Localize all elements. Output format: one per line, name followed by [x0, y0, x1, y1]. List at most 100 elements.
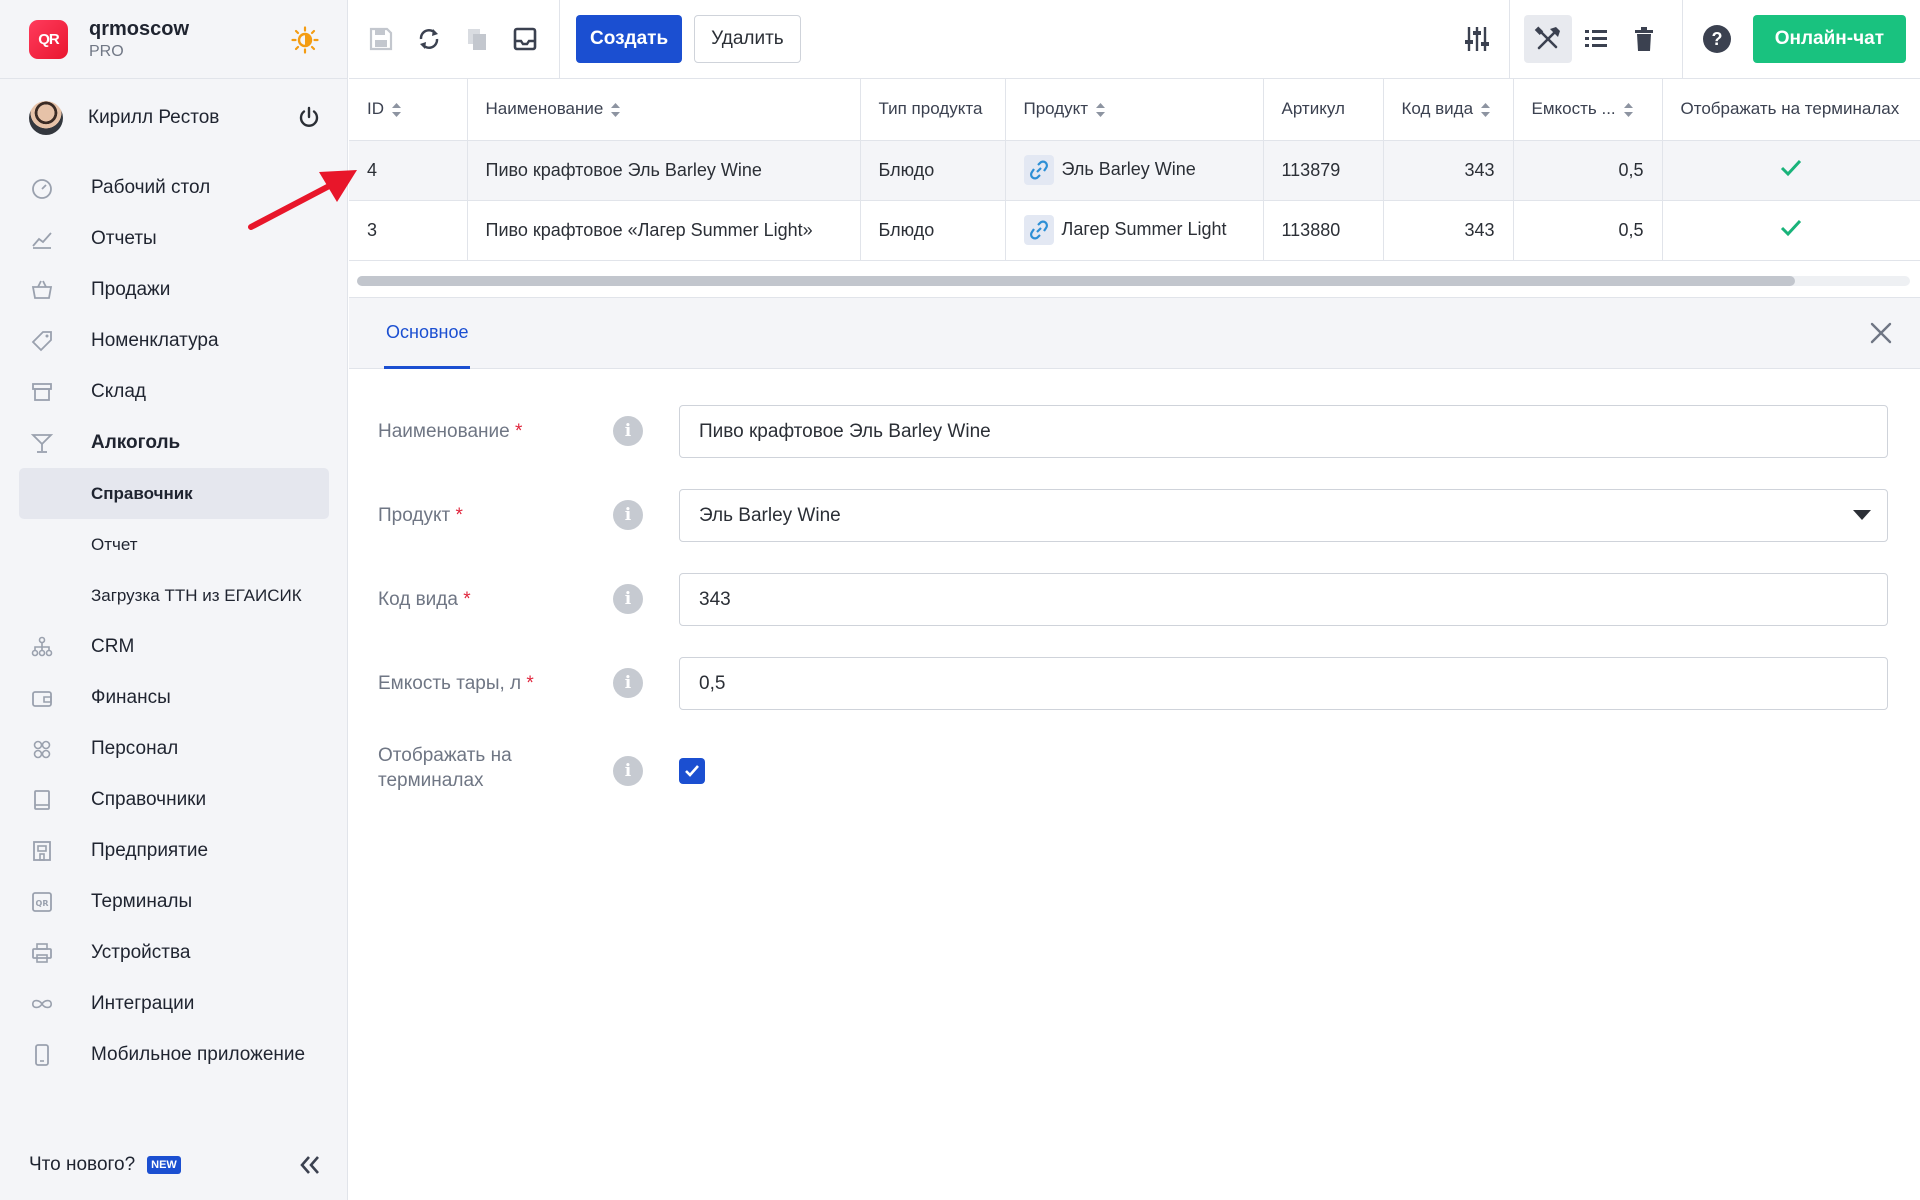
delete-button[interactable]: Удалить: [694, 15, 801, 63]
new-badge: NEW: [147, 1156, 181, 1174]
crm-icon: [30, 635, 54, 659]
form-row-capacity: Емкость тары, л * i 0,5: [349, 657, 1920, 710]
help-icon[interactable]: ?: [1693, 15, 1741, 63]
sidebar-item-label: Продажи: [91, 278, 171, 300]
capacity-input[interactable]: 0,5: [679, 657, 1888, 710]
info-icon[interactable]: i: [613, 500, 643, 530]
sidebar-item-staff[interactable]: Персонал: [0, 723, 347, 774]
store-icon: [30, 839, 54, 863]
sidebar-item-enterprise[interactable]: Предприятие: [0, 825, 347, 876]
column-header-show-on-terminals[interactable]: Отображать на терминалах: [1662, 79, 1920, 141]
show-on-terminals-checkbox[interactable]: [679, 758, 705, 784]
info-icon[interactable]: i: [613, 756, 643, 786]
refresh-icon[interactable]: [405, 15, 453, 63]
column-header-article[interactable]: Артикул: [1263, 79, 1384, 141]
sidebar-item-devices[interactable]: Устройства: [0, 927, 347, 978]
power-icon[interactable]: [297, 106, 321, 130]
toolbar: Создать Удалить ? Онлайн-чат: [349, 0, 1920, 79]
link-icon[interactable]: [1023, 155, 1054, 185]
sidebar-item-finance[interactable]: Финансы: [0, 672, 347, 723]
cell-show-on-terminals: [1662, 140, 1920, 201]
sort-icon: [611, 102, 621, 117]
code-input[interactable]: 343: [679, 573, 1888, 626]
sidebar-item-label: Мобильное приложение: [91, 1043, 306, 1065]
cell-type: Блюдо: [860, 200, 1006, 261]
trash-icon[interactable]: [1620, 15, 1668, 63]
sidebar-item-nomenclature[interactable]: Номенклатура: [0, 315, 347, 366]
copy-icon[interactable]: [453, 15, 501, 63]
cell-capacity: 0,5: [1513, 140, 1663, 201]
box-icon: [30, 380, 54, 404]
svg-text:?: ?: [1711, 29, 1722, 49]
plan-label: PRO: [89, 42, 124, 60]
cell-article: 113880: [1263, 200, 1384, 261]
filter-settings-icon[interactable]: [1453, 15, 1501, 63]
sidebar-item-mobile-app[interactable]: Мобильное приложение: [0, 1029, 347, 1080]
sidebar-item-warehouse[interactable]: Склад: [0, 366, 347, 417]
app-logo: QR: [29, 19, 68, 59]
tab-main[interactable]: Основное: [384, 298, 471, 369]
cell-product: Лагер Summer Light: [1005, 200, 1264, 261]
phone-icon: [30, 1043, 54, 1067]
check-icon: [1780, 159, 1802, 176]
collapse-sidebar-icon[interactable]: [299, 1154, 321, 1176]
column-header-product[interactable]: Продукт: [1005, 79, 1264, 141]
sidebar-subitem-report[interactable]: Отчет: [19, 519, 329, 570]
sidebar-item-terminals[interactable]: QR Терминалы: [0, 876, 347, 927]
column-header-capacity[interactable]: Емкость ...: [1513, 79, 1663, 141]
sort-icon: [1481, 102, 1491, 117]
info-icon[interactable]: i: [613, 416, 643, 446]
table-row[interactable]: 4 Пиво крафтовое Эль Barley Wine Блюдо Э…: [349, 140, 1920, 201]
sidebar-item-label: Алкоголь: [91, 431, 181, 453]
save-icon[interactable]: [357, 15, 405, 63]
link-icon[interactable]: [1023, 215, 1054, 245]
book-icon: [30, 788, 54, 812]
form-row-name: Наименование * i Пиво крафтовое Эль Barl…: [349, 405, 1920, 458]
field-label: Наименование *: [378, 421, 523, 442]
user-profile[interactable]: Кирилл Рестов: [0, 79, 347, 157]
cell-name: Пиво крафтовое «Лагер Summer Light»: [467, 200, 861, 261]
sidebar-subitem-ttn-upload[interactable]: Загрузка ТТН из ЕГАИСИК: [19, 570, 329, 621]
annotation-arrow-icon: [248, 170, 357, 230]
sidebar-subitem-directory[interactable]: Справочник: [19, 468, 329, 519]
column-header-name[interactable]: Наименование: [467, 79, 861, 141]
close-icon[interactable]: [1868, 320, 1894, 346]
sidebar-item-label: Персонал: [91, 737, 179, 759]
alcohol-directory-table: ID Наименование Тип продукта Продукт Арт…: [349, 79, 1920, 296]
avatar: [29, 101, 63, 135]
list-view-icon[interactable]: [1572, 15, 1620, 63]
required-mark: *: [455, 505, 463, 526]
name-input[interactable]: Пиво крафтовое Эль Barley Wine: [679, 405, 1888, 458]
whats-new-link[interactable]: Что нового?: [29, 1154, 135, 1176]
product-select[interactable]: Эль Barley Wine: [679, 489, 1888, 542]
info-icon[interactable]: i: [613, 584, 643, 614]
sidebar-item-label: Отчеты: [91, 227, 157, 249]
main-nav: Рабочий стол Отчеты Продажи Номенклатура…: [0, 157, 347, 1080]
info-icon[interactable]: i: [613, 668, 643, 698]
column-header-id[interactable]: ID: [349, 79, 468, 141]
field-label: Отображать на терминалах: [378, 745, 512, 791]
tools-icon[interactable]: [1523, 15, 1572, 63]
sidebar-item-crm[interactable]: CRM: [0, 621, 347, 672]
online-chat-button[interactable]: Онлайн-чат: [1752, 15, 1906, 63]
inbox-icon[interactable]: [501, 15, 549, 63]
table-row[interactable]: 3 Пиво крафтовое «Лагер Summer Light» Бл…: [349, 200, 1920, 261]
cell-show-on-terminals: [1662, 200, 1920, 261]
sidebar-item-integrations[interactable]: Интеграции: [0, 978, 347, 1029]
create-button[interactable]: Создать: [576, 15, 683, 63]
sidebar-item-sales[interactable]: Продажи: [0, 264, 347, 315]
column-header-code[interactable]: Код вида: [1383, 79, 1514, 141]
column-header-product-type[interactable]: Тип продукта: [860, 79, 1006, 141]
scrollbar-thumb[interactable]: [357, 276, 1795, 286]
cell-capacity: 0,5: [1513, 200, 1663, 261]
sun-icon[interactable]: [291, 26, 319, 54]
form-row-code: Код вида * i 343: [349, 573, 1920, 626]
horizontal-scrollbar[interactable]: [357, 276, 1910, 286]
org-name: qrmoscow: [89, 17, 190, 40]
cell-article: 113879: [1263, 140, 1384, 201]
sidebar-item-directories[interactable]: Справочники: [0, 774, 347, 825]
infinity-icon: [30, 992, 54, 1016]
field-label: Емкость тары, л *: [378, 673, 534, 694]
check-icon: [1780, 219, 1802, 236]
sidebar-item-alcohol[interactable]: Алкоголь: [0, 417, 347, 468]
